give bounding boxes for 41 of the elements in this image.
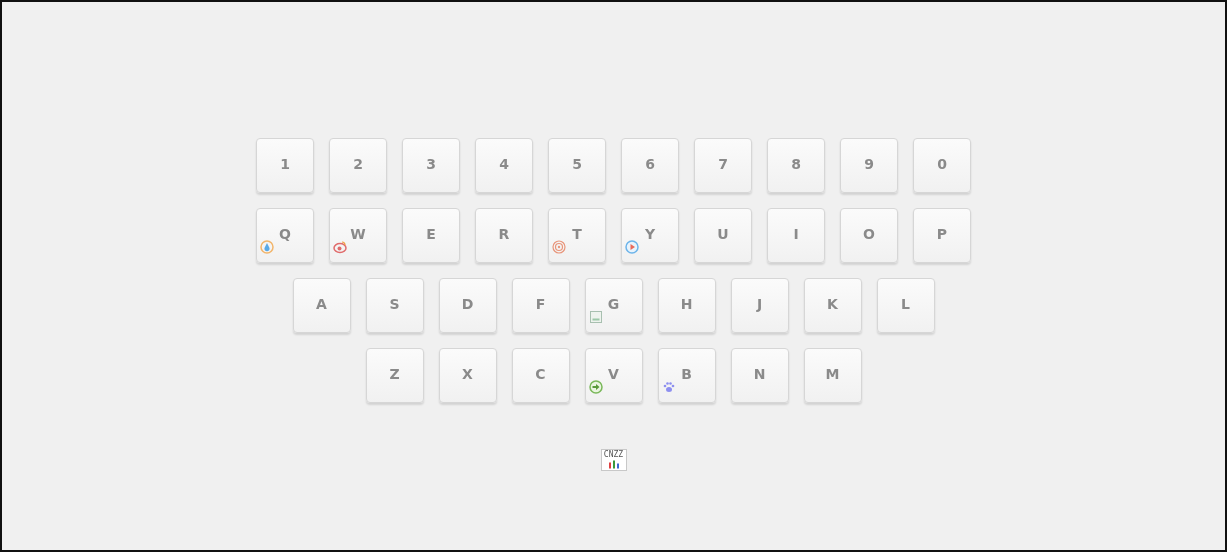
key[interactable]: T bbox=[548, 208, 606, 263]
key[interactable]: W bbox=[329, 208, 387, 263]
drop-icon bbox=[260, 240, 274, 254]
key[interactable]: X bbox=[438, 348, 497, 403]
key[interactable]: O bbox=[840, 208, 898, 263]
key[interactable]: 0 bbox=[913, 138, 971, 193]
key[interactable]: 3 bbox=[402, 138, 460, 193]
key[interactable]: Q bbox=[256, 208, 314, 263]
key[interactable]: J bbox=[730, 278, 789, 333]
stats-badge[interactable]: CNZZ bbox=[600, 449, 627, 471]
key[interactable]: 1 bbox=[256, 138, 314, 193]
key[interactable]: U bbox=[694, 208, 752, 263]
key[interactable]: C bbox=[511, 348, 570, 403]
key[interactable]: K bbox=[803, 278, 862, 333]
key[interactable]: H bbox=[657, 278, 716, 333]
key[interactable]: Y bbox=[621, 208, 679, 263]
key[interactable]: 8 bbox=[767, 138, 825, 193]
paw-icon bbox=[661, 380, 676, 394]
key[interactable]: M bbox=[803, 348, 862, 403]
play-icon bbox=[625, 240, 639, 254]
key[interactable]: B bbox=[657, 348, 716, 403]
key[interactable]: P bbox=[913, 208, 971, 263]
key[interactable]: 6 bbox=[621, 138, 679, 193]
key[interactable]: Z bbox=[365, 348, 424, 403]
key[interactable]: F bbox=[511, 278, 570, 333]
key[interactable]: V bbox=[584, 348, 643, 403]
key[interactable]: L bbox=[876, 278, 935, 333]
key[interactable]: 4 bbox=[475, 138, 533, 193]
key[interactable]: 5 bbox=[548, 138, 606, 193]
key[interactable]: D bbox=[438, 278, 497, 333]
key[interactable]: I bbox=[767, 208, 825, 263]
key[interactable]: 7 bbox=[694, 138, 752, 193]
key[interactable]: 2 bbox=[329, 138, 387, 193]
key[interactable]: 9 bbox=[840, 138, 898, 193]
key[interactable]: N bbox=[730, 348, 789, 403]
screen-icon bbox=[588, 310, 603, 324]
key[interactable]: S bbox=[365, 278, 424, 333]
key[interactable]: R bbox=[475, 208, 533, 263]
key[interactable]: G bbox=[584, 278, 643, 333]
key[interactable]: E bbox=[402, 208, 460, 263]
key[interactable]: A bbox=[292, 278, 351, 333]
